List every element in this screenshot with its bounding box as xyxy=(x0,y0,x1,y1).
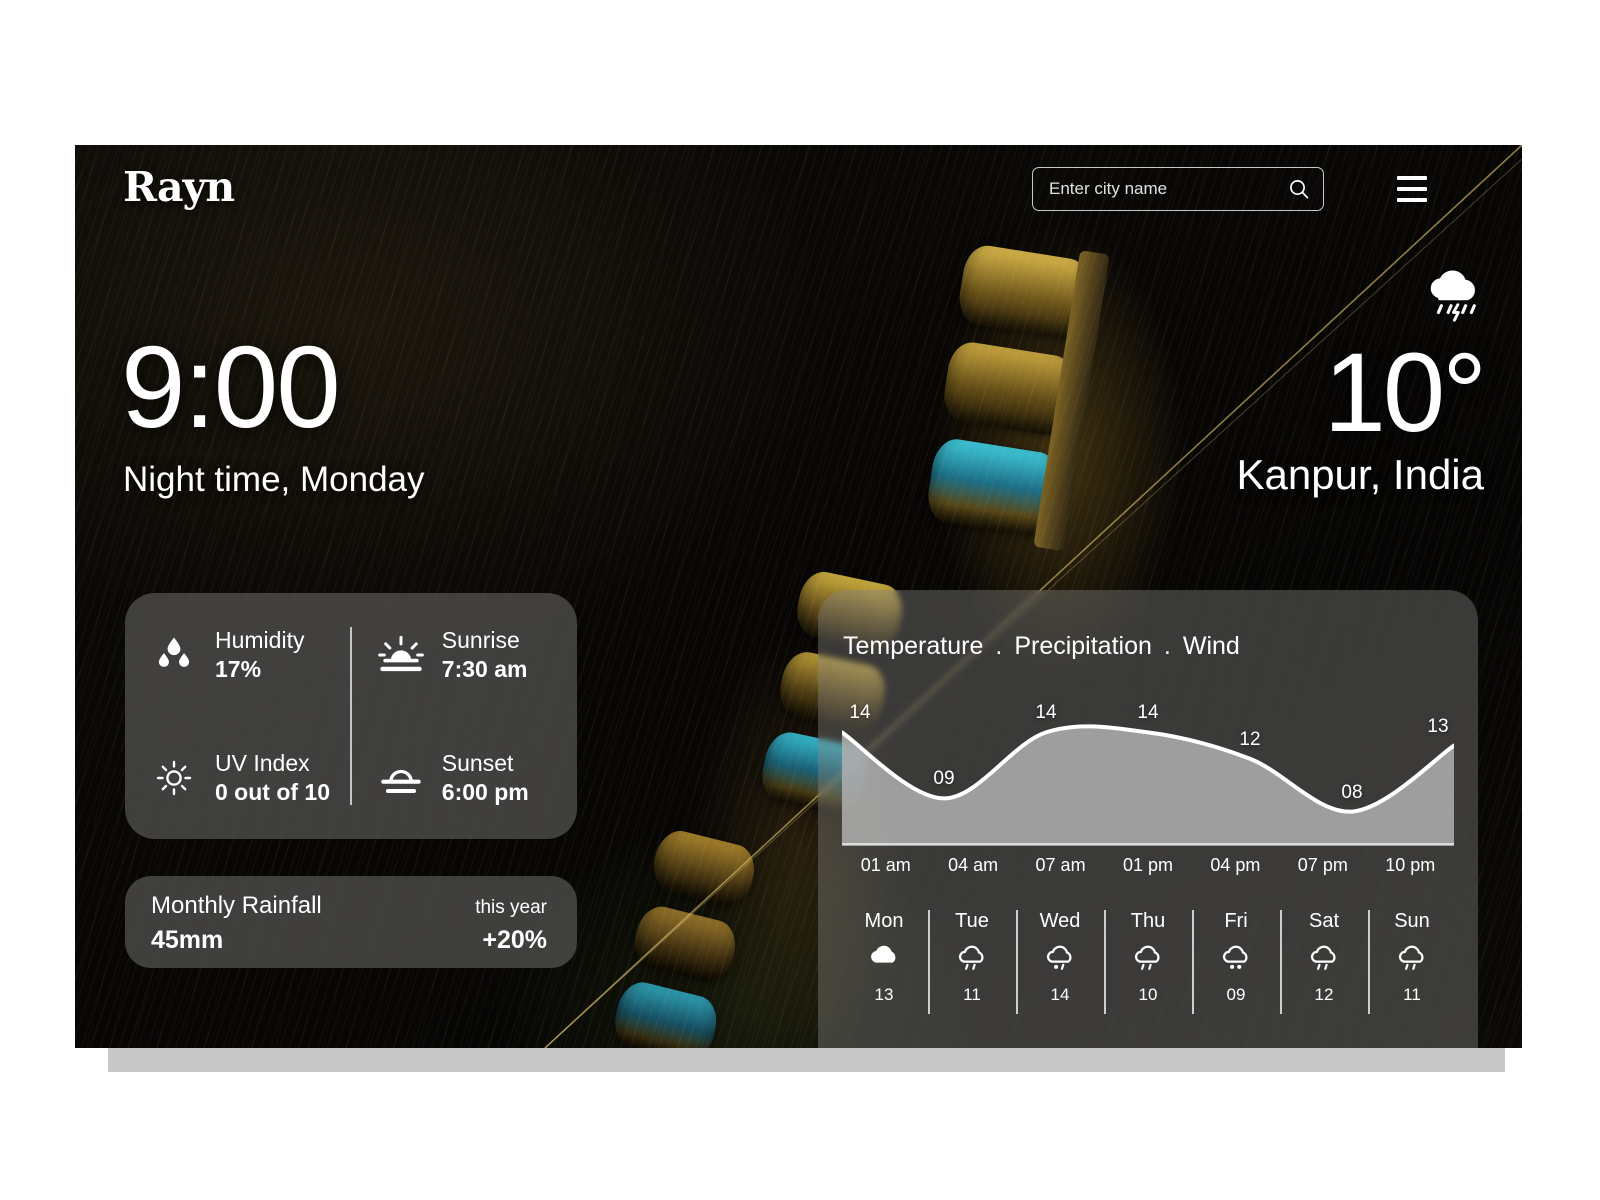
stats-column-right: Sunrise 7:30 am Sunset 6:00 pm xyxy=(352,593,577,839)
hour-label: 01 pm xyxy=(1122,855,1173,875)
sunset-label: Sunset xyxy=(441,749,514,776)
cloud-rain-icon xyxy=(955,944,989,974)
tab-separator-1: . xyxy=(995,632,1003,660)
hour-label: 10 pm xyxy=(1385,855,1436,875)
rainfall-title: Monthly Rainfall xyxy=(151,892,322,919)
monthly-rainfall-card: Monthly Rainfall this year 45mm +20% xyxy=(125,876,577,968)
thunderstorm-rain-cloud-icon xyxy=(1236,265,1484,327)
conditions-card: Humidity 17% UV Index 0 out of 10 Sunris… xyxy=(125,593,577,839)
time-subtitle: Night time, Monday xyxy=(123,460,425,499)
forecast-day-cell[interactable]: Sun 11 xyxy=(1368,908,1456,1014)
top-bar: Rayn xyxy=(75,145,1522,255)
weekly-forecast-row: Mon 13 Tue 11 Wed 14 Thu 10 Fri 09 Sat 12 Sun 11 xyxy=(840,908,1456,1014)
current-conditions: 10° Kanpur, India xyxy=(1236,265,1487,499)
sunset-icon xyxy=(374,752,428,804)
uv-index-value: 0 out of 10 xyxy=(215,778,331,805)
rainfall-header-row: Monthly Rainfall this year xyxy=(151,892,547,920)
forecast-day-cell[interactable]: Wed 14 xyxy=(1016,908,1104,1014)
hour-label: 07 am xyxy=(1035,855,1086,875)
forecast-day-temp: 10 xyxy=(1138,985,1158,1004)
current-time: 9:00 xyxy=(121,322,341,452)
search-input[interactable] xyxy=(1049,179,1287,199)
temperature-area-chart[interactable]: 14 09 14 14 12 08 13 xyxy=(840,688,1456,846)
sunrise-stat: Sunrise 7:30 am xyxy=(352,593,577,716)
rainfall-delta: +20% xyxy=(482,926,547,954)
cloud-rain-icon xyxy=(1395,944,1429,974)
hour-label: 01 am xyxy=(860,855,911,875)
humidity-stat: Humidity 17% xyxy=(125,593,350,716)
chart-point-label: 13 xyxy=(1427,715,1449,737)
sunset-stat: Sunset 6:00 pm xyxy=(352,716,577,839)
chart-point-label: 14 xyxy=(1137,702,1159,724)
cloud-snow-icon xyxy=(1219,944,1253,974)
current-temperature: 10° xyxy=(1323,330,1487,455)
forecast-day-temp: 09 xyxy=(1226,985,1246,1004)
hamburger-menu-icon[interactable] xyxy=(1385,169,1427,209)
forecast-day-temp: 11 xyxy=(963,985,981,1004)
menu-line-1 xyxy=(1397,176,1427,180)
sunrise-label: Sunrise xyxy=(441,626,520,653)
tab-wind[interactable]: Wind xyxy=(1183,632,1240,661)
tab-separator-2: . xyxy=(1163,632,1171,660)
forecast-day-name: Thu xyxy=(1130,910,1166,932)
forecast-day-temp: 12 xyxy=(1314,985,1334,1004)
current-location: Kanpur, India xyxy=(1236,450,1484,498)
rainfall-value-row: 45mm +20% xyxy=(151,920,547,955)
chart-metric-tabs: Temperature . Precipitation . Wind xyxy=(843,632,1240,661)
screenshot-canvas: Rayn 9:00 Night time, Monday xyxy=(0,0,1600,1200)
water-drops-icon xyxy=(147,629,201,681)
humidity-text: Humidity 17% xyxy=(215,626,304,684)
uv-index-stat: UV Index 0 out of 10 xyxy=(125,716,350,839)
cloud-icon xyxy=(867,944,901,974)
humidity-label: Humidity xyxy=(215,626,305,653)
chart-point-label: 12 xyxy=(1239,728,1261,750)
forecast-day-name: Wed xyxy=(1039,910,1081,932)
forecast-day-cell[interactable]: Mon 13 xyxy=(840,908,928,1009)
chart-point-label: 14 xyxy=(849,702,871,724)
sunset-value: 6:00 pm xyxy=(441,778,529,805)
forecast-day-name: Mon xyxy=(864,910,904,932)
tab-precipitation[interactable]: Precipitation xyxy=(1014,632,1152,661)
forecast-day-cell[interactable]: Sat 12 xyxy=(1280,908,1368,1014)
menu-line-3 xyxy=(1397,198,1427,202)
rainfall-note: this year xyxy=(475,897,547,918)
hour-label: 07 pm xyxy=(1297,855,1348,875)
forecast-day-temp: 11 xyxy=(1403,985,1421,1004)
sunrise-value: 7:30 am xyxy=(441,655,528,682)
tab-temperature[interactable]: Temperature xyxy=(843,632,983,661)
stats-column-left: Humidity 17% UV Index 0 out of 10 xyxy=(125,593,350,839)
chart-point-label: 14 xyxy=(1035,702,1057,724)
forecast-day-name: Tue xyxy=(955,910,989,932)
uv-index-text: UV Index 0 out of 10 xyxy=(215,749,330,807)
chart-point-label: 08 xyxy=(1341,781,1363,803)
forecast-panel: Temperature . Precipitation . Wind 14 09 1… xyxy=(818,590,1478,1048)
search-icon[interactable] xyxy=(1287,177,1311,201)
hour-label: 04 pm xyxy=(1210,855,1261,875)
hour-label: 04 am xyxy=(948,855,999,875)
cloud-rain-icon xyxy=(1131,944,1165,974)
sunrise-text: Sunrise 7:30 am xyxy=(442,626,528,684)
app-logo[interactable]: Rayn xyxy=(123,163,235,211)
sunset-text: Sunset 6:00 pm xyxy=(442,749,529,807)
cloud-rain-icon xyxy=(1307,944,1341,974)
forecast-day-name: Sun xyxy=(1394,910,1430,932)
forecast-day-temp: 13 xyxy=(874,985,894,1004)
forecast-day-cell[interactable]: Thu 10 xyxy=(1104,908,1192,1014)
uv-index-label: UV Index xyxy=(215,749,310,776)
hourly-labels-row: 01 am 04 am 07 am 01 pm 04 pm 07 pm 10 pm xyxy=(842,855,1454,876)
forecast-day-temp: 14 xyxy=(1050,985,1070,1004)
chart-point-label: 09 xyxy=(933,768,955,790)
cloud-sleet-icon xyxy=(1043,944,1077,974)
rainfall-value: 45mm xyxy=(151,926,224,954)
sunrise-icon xyxy=(374,629,428,681)
forecast-day-cell[interactable]: Tue 11 xyxy=(928,908,1016,1014)
forecast-day-cell[interactable]: Fri 09 xyxy=(1192,908,1280,1014)
sun-icon xyxy=(147,752,201,804)
menu-line-2 xyxy=(1397,187,1427,191)
search-bar[interactable] xyxy=(1032,167,1324,211)
humidity-value: 17% xyxy=(215,655,262,682)
forecast-day-name: Fri xyxy=(1224,910,1248,932)
forecast-day-name: Sat xyxy=(1308,910,1340,932)
weather-app-window: Rayn 9:00 Night time, Monday xyxy=(75,145,1522,1048)
